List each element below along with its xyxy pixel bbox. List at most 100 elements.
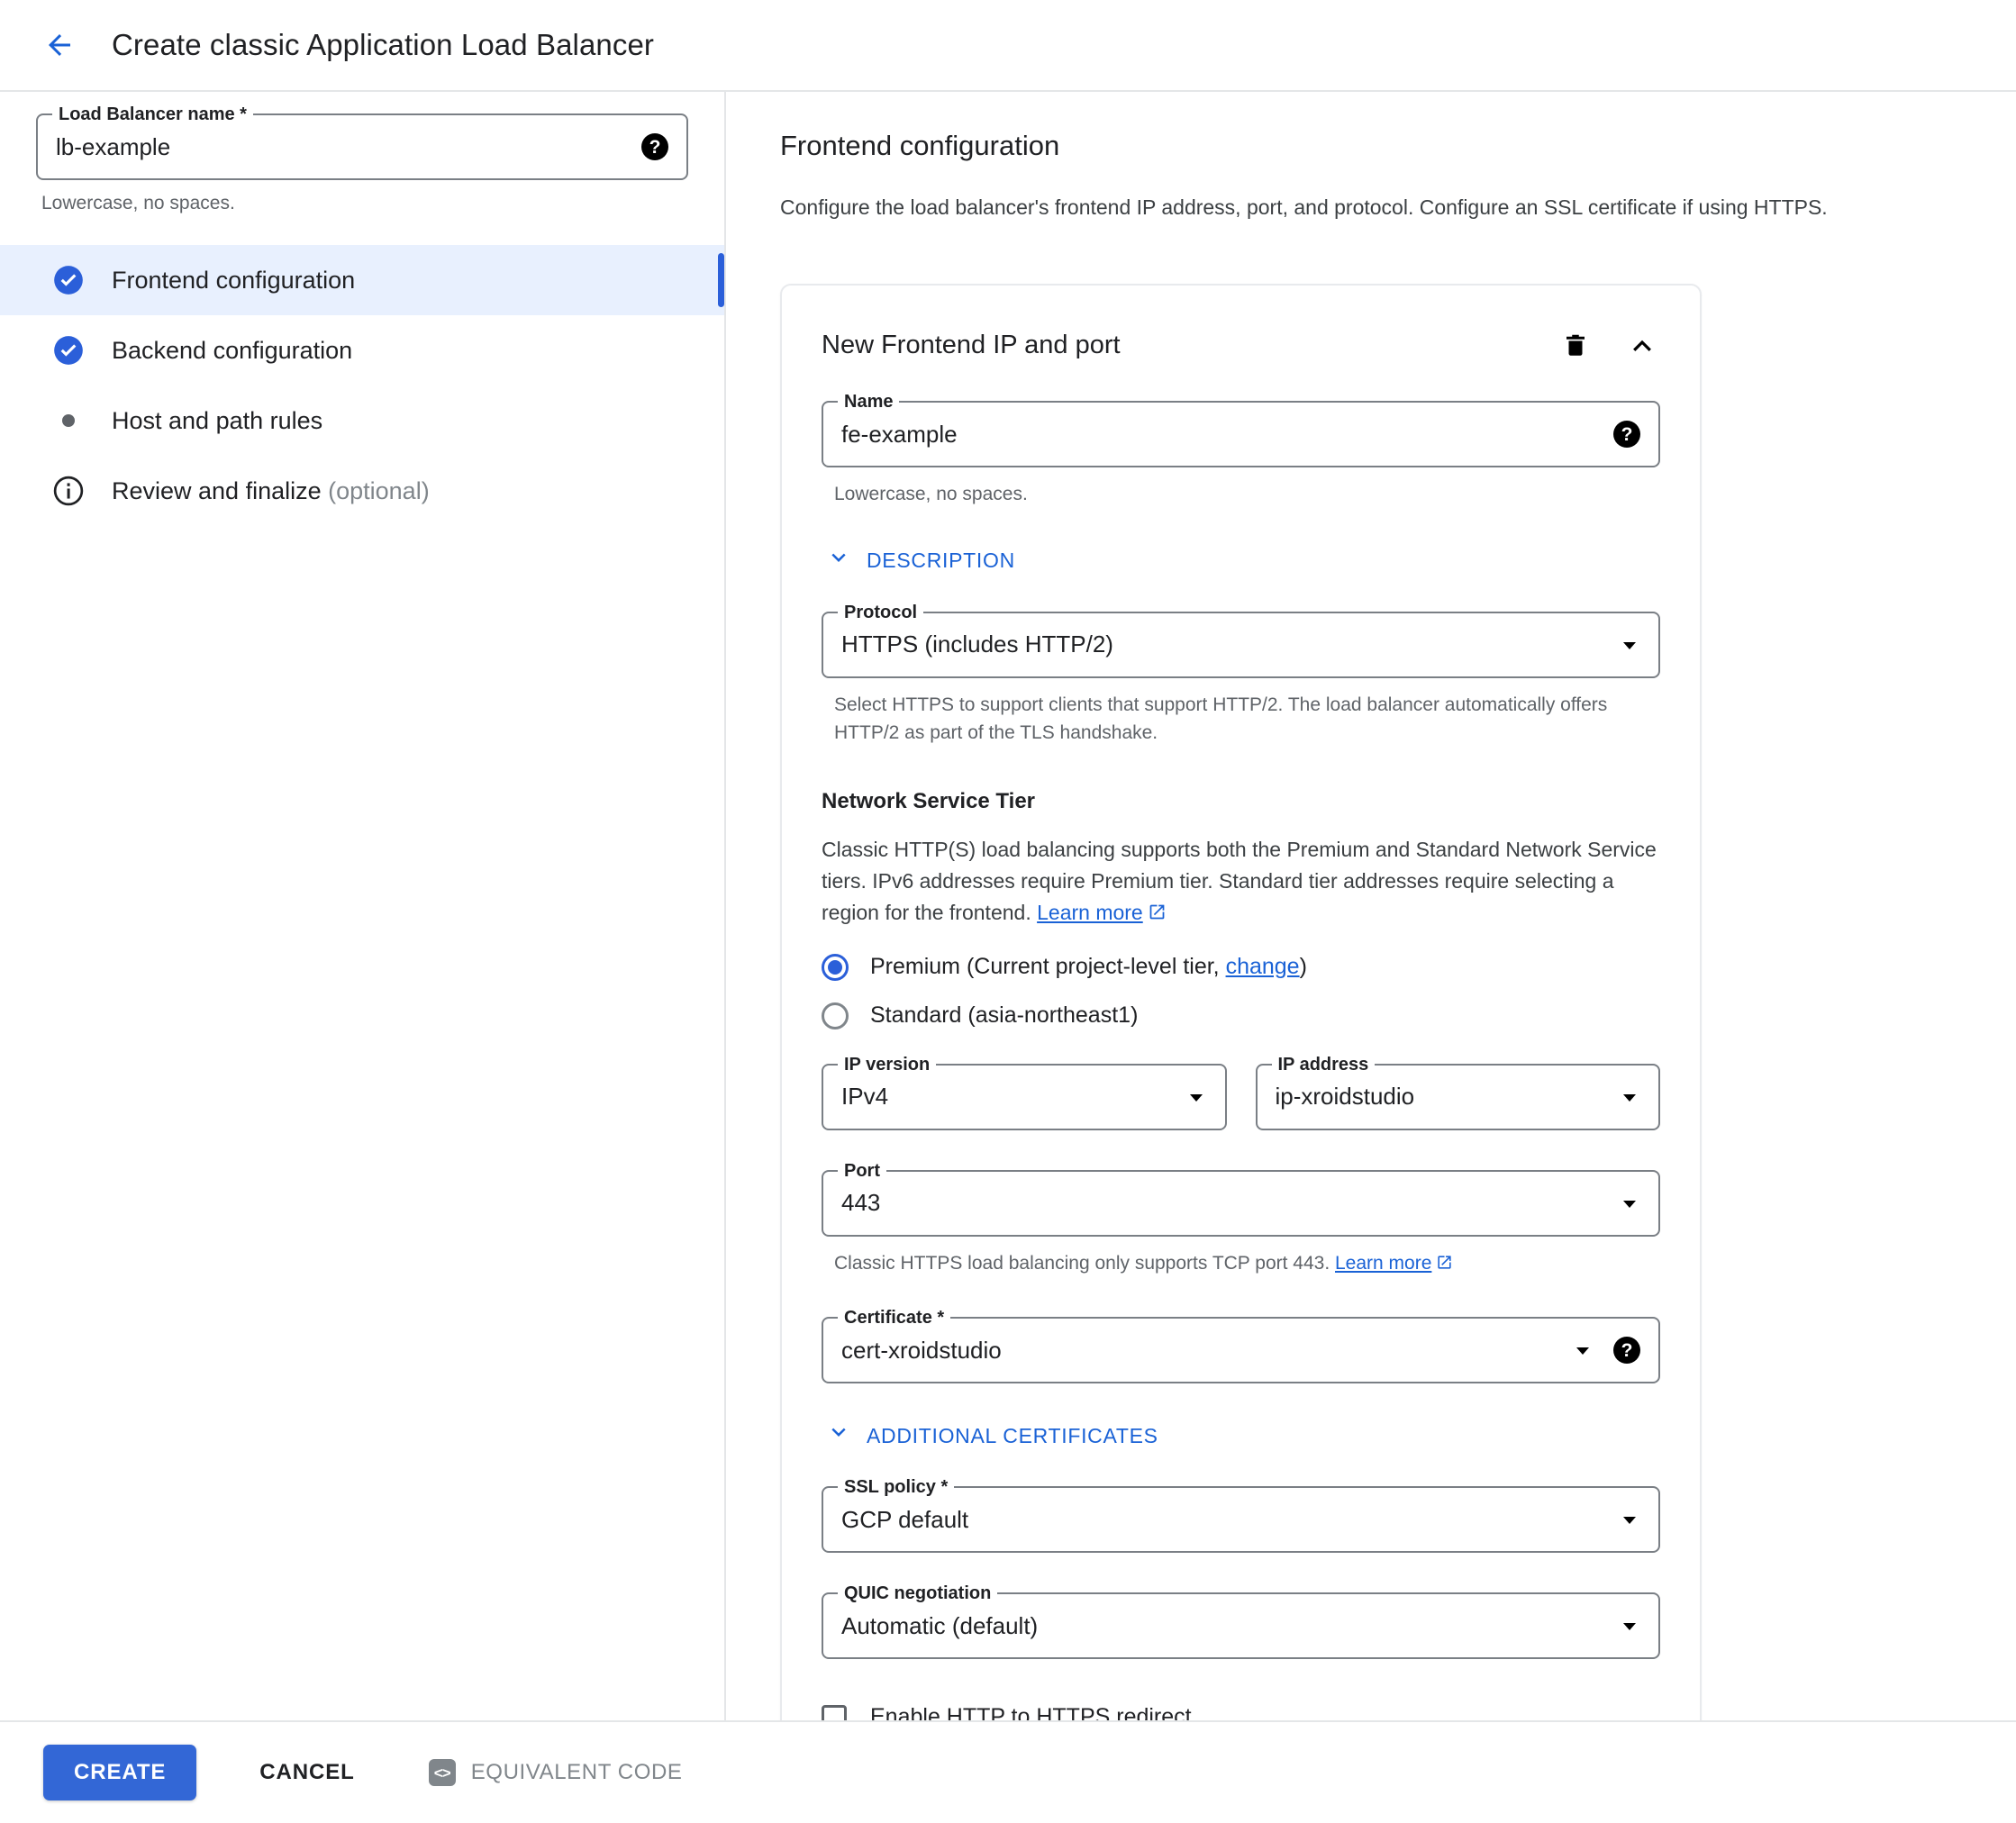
- ip-row: IP version IPv4 IP address ip-xroidstudi…: [822, 1064, 1660, 1130]
- protocol-label: Protocol: [838, 601, 923, 624]
- tier-description-text: Classic HTTP(S) load balancing supports …: [822, 838, 1657, 924]
- sidebar-item-label: Host and path rules: [112, 407, 322, 435]
- ssl-policy-block: SSL policy * GCP default: [822, 1486, 1660, 1553]
- load-balancer-name-label: Load Balancer name *: [52, 103, 253, 126]
- code-icon: <>: [429, 1759, 456, 1786]
- frontend-name-value: fe-example: [841, 421, 1613, 449]
- certificate-select[interactable]: Certificate * cert-xroidstudio ?: [822, 1317, 1660, 1383]
- quic-negotiation-value: Automatic (default): [841, 1612, 1606, 1640]
- change-tier-link[interactable]: change: [1226, 954, 1300, 979]
- help-icon[interactable]: ?: [1613, 421, 1640, 448]
- frontend-configuration-panel: Frontend configuration Configure the loa…: [726, 92, 2016, 1720]
- port-block: Port 443 Classic HTTPS load balancing on…: [822, 1170, 1660, 1280]
- ssl-policy-label: SSL policy *: [838, 1475, 954, 1499]
- frontend-name-block: Name fe-example ? Lowercase, no spaces.: [822, 401, 1660, 509]
- chevron-down-icon[interactable]: [1619, 1086, 1640, 1108]
- ssl-policy-value: GCP default: [841, 1506, 1606, 1534]
- sidebar-item-host-and-path-rules[interactable]: Host and path rules: [0, 385, 724, 456]
- radio-standard[interactable]: [822, 1002, 849, 1029]
- ip-version-select[interactable]: IP version IPv4: [822, 1064, 1227, 1130]
- checkbox-icon[interactable]: [822, 1705, 847, 1720]
- chevron-down-icon[interactable]: [1572, 1339, 1594, 1361]
- tier-option-standard[interactable]: Standard (asia-northeast1): [822, 992, 1660, 1040]
- port-label: Port: [838, 1159, 886, 1183]
- chevron-down-icon: [827, 547, 850, 576]
- radio-premium[interactable]: [822, 954, 849, 981]
- certificate-label: Certificate *: [838, 1306, 950, 1329]
- sidebar-item-frontend-configuration[interactable]: Frontend configuration: [0, 245, 724, 315]
- premium-prefix: Premium (Current project-level tier,: [870, 954, 1226, 979]
- description-expander[interactable]: DESCRIPTION: [827, 547, 1660, 576]
- open-in-new-icon[interactable]: [1436, 1251, 1453, 1280]
- open-in-new-icon[interactable]: [1148, 899, 1167, 930]
- card-actions: [1557, 327, 1660, 363]
- network-service-tier-description: Classic HTTP(S) load balancing supports …: [822, 834, 1660, 930]
- check-circle-icon: [50, 262, 86, 298]
- tier-option-standard-label: Standard (asia-northeast1): [870, 1002, 1138, 1029]
- ssl-policy-select[interactable]: SSL policy * GCP default: [822, 1486, 1660, 1553]
- help-icon[interactable]: ?: [641, 133, 668, 160]
- port-helper: Classic HTTPS load balancing only suppor…: [822, 1249, 1660, 1280]
- page-title: Create classic Application Load Balancer: [112, 28, 654, 62]
- learn-more-link[interactable]: Learn more: [1335, 1253, 1431, 1274]
- info-icon: [50, 473, 86, 509]
- arrow-back-icon[interactable]: [36, 22, 83, 68]
- sidebar-item-optional-suffix: (optional): [322, 477, 430, 504]
- port-value: 443: [841, 1189, 1606, 1217]
- chevron-down-icon[interactable]: [1619, 1193, 1640, 1214]
- help-icon[interactable]: ?: [1613, 1337, 1640, 1364]
- footer-action-bar: CREATE CANCEL <> EQUIVALENT CODE: [0, 1720, 2016, 1823]
- quic-negotiation-label: QUIC negotiation: [838, 1582, 997, 1605]
- enable-http-to-https-redirect-checkbox[interactable]: Enable HTTP to HTTPS redirect: [822, 1704, 1660, 1720]
- dot-icon: [50, 403, 86, 439]
- load-balancer-name-input[interactable]: Load Balancer name * lb-example ?: [36, 113, 688, 180]
- port-helper-text: Classic HTTPS load balancing only suppor…: [834, 1253, 1335, 1274]
- enable-http-to-https-redirect-label: Enable HTTP to HTTPS redirect: [870, 1704, 1192, 1720]
- ip-address-block: IP address ip-xroidstudio: [1256, 1064, 1661, 1130]
- load-balancer-name-helper: Lowercase, no spaces.: [36, 193, 688, 214]
- ip-version-value: IPv4: [841, 1083, 1173, 1111]
- chevron-down-icon[interactable]: [1185, 1086, 1207, 1108]
- additional-certificates-label: ADDITIONAL CERTIFICATES: [867, 1424, 1158, 1448]
- port-select[interactable]: Port 443: [822, 1170, 1660, 1237]
- create-load-balancer-page: Create classic Application Load Balancer…: [0, 0, 2016, 1823]
- frontend-name-label: Name: [838, 390, 899, 413]
- tier-option-premium-label: Premium (Current project-level tier, cha…: [870, 954, 1307, 980]
- ip-version-block: IP version IPv4: [822, 1064, 1227, 1130]
- chevron-up-icon[interactable]: [1624, 327, 1660, 363]
- trash-icon[interactable]: [1557, 327, 1594, 363]
- sidebar-item-label: Frontend configuration: [112, 267, 355, 295]
- premium-suffix: ): [1300, 954, 1307, 979]
- load-balancer-name-block: Load Balancer name * lb-example ? Lowerc…: [0, 113, 724, 214]
- ip-address-value: ip-xroidstudio: [1276, 1083, 1607, 1111]
- ip-address-select[interactable]: IP address ip-xroidstudio: [1256, 1064, 1661, 1130]
- sidebar-item-review-and-finalize[interactable]: Review and finalize (optional): [0, 456, 724, 526]
- equivalent-code-button[interactable]: <> EQUIVALENT CODE: [416, 1745, 695, 1800]
- sidebar-item-backend-configuration[interactable]: Backend configuration: [0, 315, 724, 385]
- cancel-button[interactable]: CANCEL: [232, 1745, 381, 1800]
- wizard-sidebar: Load Balancer name * lb-example ? Lowerc…: [0, 92, 726, 1720]
- learn-more-link[interactable]: Learn more: [1037, 901, 1143, 924]
- network-service-tier-heading: Network Service Tier: [822, 789, 1660, 814]
- chevron-down-icon: [827, 1421, 850, 1450]
- description-expander-label: DESCRIPTION: [867, 549, 1015, 573]
- quic-negotiation-select[interactable]: QUIC negotiation Automatic (default): [822, 1592, 1660, 1659]
- page-body: Load Balancer name * lb-example ? Lowerc…: [0, 92, 2016, 1720]
- section-description: Configure the load balancer's frontend I…: [780, 193, 2016, 222]
- sidebar-item-label: Backend configuration: [112, 337, 352, 365]
- create-button[interactable]: CREATE: [43, 1745, 196, 1800]
- tier-option-premium[interactable]: Premium (Current project-level tier, cha…: [822, 943, 1660, 992]
- chevron-down-icon[interactable]: [1619, 1615, 1640, 1637]
- frontend-name-input[interactable]: Name fe-example ?: [822, 401, 1660, 467]
- protocol-select[interactable]: Protocol HTTPS (includes HTTP/2): [822, 612, 1660, 678]
- wizard-steps-list: Frontend configuration Backend configura…: [0, 245, 724, 526]
- chevron-down-icon[interactable]: [1619, 634, 1640, 656]
- frontend-name-helper: Lowercase, no spaces.: [822, 480, 1660, 509]
- equivalent-code-label: EQUIVALENT CODE: [471, 1760, 683, 1785]
- ip-version-label: IP version: [838, 1053, 936, 1076]
- page-header: Create classic Application Load Balancer: [0, 0, 2016, 92]
- card-header: New Frontend IP and port: [822, 327, 1660, 363]
- additional-certificates-expander[interactable]: ADDITIONAL CERTIFICATES: [827, 1421, 1660, 1450]
- chevron-down-icon[interactable]: [1619, 1509, 1640, 1530]
- new-frontend-ip-and-port-card: New Frontend IP and port: [780, 284, 1702, 1720]
